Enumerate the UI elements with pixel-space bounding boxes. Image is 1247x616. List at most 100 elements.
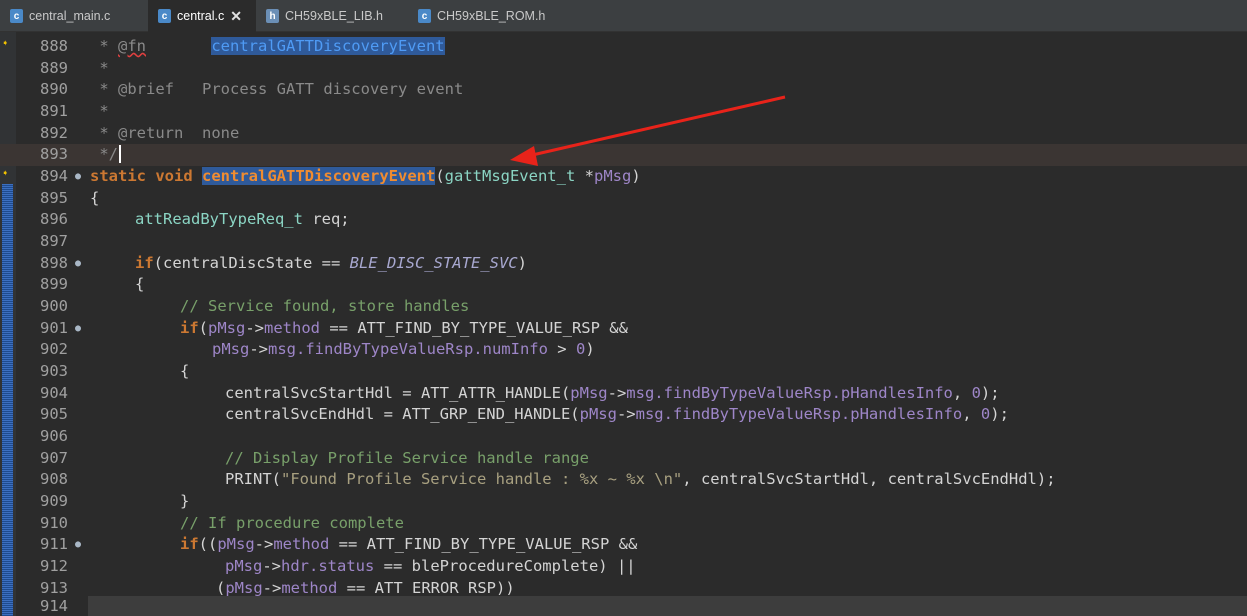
line-number: 906 xyxy=(40,427,68,446)
operator: -> xyxy=(245,318,265,337)
parameter: pMsg xyxy=(593,167,632,186)
comment: // Service found, store handles xyxy=(180,297,470,316)
line-number: 888 xyxy=(40,37,68,55)
line-number: 914 xyxy=(40,597,68,615)
string-literal: "Found Profile Service handle : %x ~ %x … xyxy=(281,470,683,489)
operator: -> xyxy=(616,405,636,424)
operator: > xyxy=(547,340,576,359)
expression: (centralDiscState == xyxy=(153,253,350,272)
tab-ch59xble-rom-h[interactable]: c CH59xBLE_ROM.h xyxy=(408,0,568,32)
parameter: pMsg xyxy=(217,535,255,554)
type-name: attReadByTypeReq_t xyxy=(135,210,303,229)
expression: == ATT_FIND_BY_TYPE_VALUE_RSP && xyxy=(329,535,638,554)
code-line[interactable]: 903 { xyxy=(0,361,1247,383)
close-icon[interactable]: ✕ xyxy=(230,8,242,25)
code-line[interactable]: 907 // Display Profile Service handle ra… xyxy=(0,448,1247,470)
fold-icon[interactable]: ● xyxy=(75,534,81,556)
code-line[interactable]: 900 // Service found, store handles xyxy=(0,296,1247,318)
comment-star: * xyxy=(90,123,118,142)
comment-line: * xyxy=(90,102,109,120)
paren: ( xyxy=(435,167,445,186)
parameter: pMsg xyxy=(579,405,617,424)
code-line[interactable]: 889 * xyxy=(0,58,1247,80)
paren: ) xyxy=(517,253,527,272)
c-file-icon: c xyxy=(418,9,431,23)
function-call: PRINT( xyxy=(225,470,281,489)
comment-star: * xyxy=(90,80,118,99)
code-line[interactable]: 895 { xyxy=(0,188,1247,210)
line-number: 907 xyxy=(40,448,68,467)
doc-text: Process GATT discovery event xyxy=(202,80,464,99)
arguments: , centralSvcStartHdl, centralSvcEndHdl); xyxy=(682,470,1056,489)
code-line[interactable]: 912 pMsg->hdr.status == bleProcedureComp… xyxy=(0,556,1247,578)
code-line[interactable]: 894 ● static void centralGATTDiscoveryEv… xyxy=(0,166,1247,188)
code-line[interactable]: 901 ● if(pMsg->method == ATT_FIND_BY_TYP… xyxy=(0,318,1247,340)
code-line[interactable]: 891 * xyxy=(0,101,1247,123)
line-number: 900 xyxy=(40,297,68,316)
expression: == ATT_ERROR_RSP)) xyxy=(337,578,515,597)
line-number: 891 xyxy=(40,102,68,120)
line-number: 894 xyxy=(40,167,68,186)
operator: -> xyxy=(249,340,268,359)
operator: -> xyxy=(262,578,282,597)
keyword: void xyxy=(155,167,193,186)
keyword: static xyxy=(90,167,146,186)
code-line[interactable]: 888 * @fn centralGATTDiscoveryEvent xyxy=(0,36,1247,58)
spacing xyxy=(183,124,202,142)
line-number: 912 xyxy=(40,557,68,576)
code-line[interactable]: 904 centralSvcStartHdl = ATT_ATTR_HANDLE… xyxy=(0,383,1247,405)
line-number: 893 xyxy=(40,145,68,164)
operator: -> xyxy=(254,535,274,554)
code-line[interactable]: 906 xyxy=(0,426,1247,448)
comma: , xyxy=(962,405,981,424)
comment: // Display Profile Service handle range xyxy=(225,448,589,467)
editor-tab-bar: c central_main.c c central.c ✕ h CH59xBL… xyxy=(0,0,1247,32)
code-line[interactable]: 908 PRINT("Found Profile Service handle … xyxy=(0,469,1247,491)
doc-tag: @brief xyxy=(118,80,174,99)
code-line[interactable]: 899 { xyxy=(0,274,1247,296)
expression: centralSvcEndHdl = ATT_GRP_END_HANDLE( xyxy=(225,405,580,424)
doc-tag: @fn xyxy=(118,37,146,55)
keyword: if xyxy=(135,253,154,272)
code-line[interactable]: 890 * @brief Process GATT discovery even… xyxy=(0,79,1247,101)
line-number: 908 xyxy=(40,470,68,489)
code-editor[interactable]: c central_main.c c central.c ✕ h CH59xBL… xyxy=(0,0,1247,616)
fold-icon[interactable]: ● xyxy=(75,318,81,340)
paren: ); xyxy=(990,405,1009,424)
current-code-line[interactable]: 893 */ xyxy=(0,144,1247,166)
tab-central-c[interactable]: c central.c ✕ xyxy=(148,0,256,32)
horizontal-scrollbar[interactable] xyxy=(88,596,1247,616)
code-line[interactable]: 909 } xyxy=(0,491,1247,513)
pointer: * xyxy=(575,167,594,186)
tab-ch59xble-lib-h[interactable]: h CH59xBLE_LIB.h xyxy=(256,0,408,32)
comment-star: * xyxy=(90,37,118,55)
macro: BLE_DISC_STATE_SVC xyxy=(349,253,518,272)
code-line[interactable]: 897 xyxy=(0,231,1247,253)
c-file-icon: c xyxy=(10,9,23,23)
line-number: 897 xyxy=(40,232,68,251)
paren: ) xyxy=(631,167,641,186)
fold-icon[interactable]: ● xyxy=(75,166,81,188)
tab-central-main-c[interactable]: c central_main.c xyxy=(0,0,148,32)
tab-label: CH59xBLE_ROM.h xyxy=(437,9,546,23)
line-number: 898 xyxy=(40,253,68,272)
line-number: 911 xyxy=(40,535,68,554)
field: msg.findByTypeValueRsp.pHandlesInfo xyxy=(635,405,963,424)
line-number: 902 xyxy=(40,340,68,359)
code-line[interactable]: 902 pMsg->msg.findByTypeValueRsp.numInfo… xyxy=(0,339,1247,361)
code-line[interactable]: 910 // If procedure complete xyxy=(0,513,1247,535)
line-number: 895 xyxy=(40,188,68,207)
code-line[interactable]: 911 ● if((pMsg->method == ATT_FIND_BY_TY… xyxy=(0,534,1247,556)
number: 0 xyxy=(980,405,991,424)
expression: == bleProcedureComplete) || xyxy=(374,557,636,576)
field: hdr.status xyxy=(281,557,375,576)
tab-label: CH59xBLE_LIB.h xyxy=(285,9,383,23)
parameter: pMsg xyxy=(225,557,263,576)
fold-icon[interactable]: ● xyxy=(75,253,81,275)
code-line[interactable]: 905 centralSvcEndHdl = ATT_GRP_END_HANDL… xyxy=(0,404,1247,426)
code-line[interactable]: 896 attReadByTypeReq_t req; xyxy=(0,209,1247,231)
code-line[interactable]: 892 * @return none xyxy=(0,123,1247,145)
code-line[interactable]: 898 ● if(centralDiscState == BLE_DISC_ST… xyxy=(0,253,1247,275)
operator: -> xyxy=(607,383,627,402)
operator: -> xyxy=(262,557,281,576)
